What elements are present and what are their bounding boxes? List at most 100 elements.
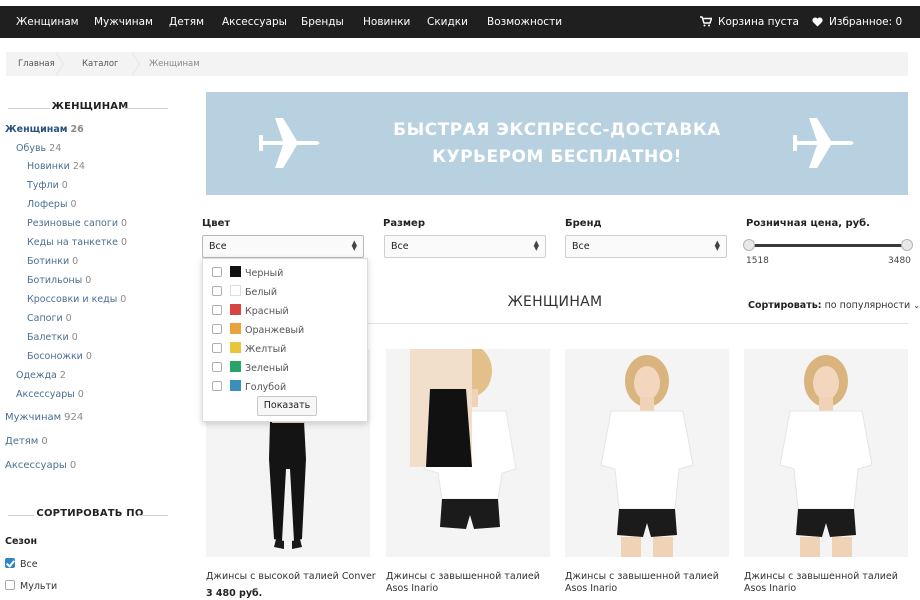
category-men[interactable]: Мужчинам 924	[5, 412, 83, 423]
nav-item-brands[interactable]: Бренды	[301, 6, 344, 38]
product-image[interactable]	[744, 349, 908, 557]
checkbox[interactable]	[212, 267, 222, 277]
sort-value: по популярности	[824, 300, 911, 311]
category-count: 0	[61, 180, 68, 191]
color-swatch	[230, 304, 241, 315]
checkbox[interactable]	[212, 305, 222, 315]
category-label: Детям	[5, 436, 39, 447]
category-wedge-sneakers[interactable]: Кеды на танкетке 0	[27, 237, 127, 248]
color-option-black[interactable]: Черный	[212, 266, 283, 280]
category-kids[interactable]: Детям 0	[5, 436, 48, 447]
size-select[interactable]: Все ▲ ▼	[384, 235, 546, 258]
nav-item-kids[interactable]: Детям	[169, 6, 204, 38]
cart-icon	[700, 16, 713, 27]
product-name[interactable]: Джинсы с завышенной талией Asos Inario	[386, 571, 556, 595]
product-price: 3 480 руб.	[206, 588, 263, 599]
product-name[interactable]: Джинсы с завышенной талией Asos Inario	[744, 571, 914, 595]
category-new[interactable]: Новинки 24	[27, 161, 85, 172]
color-option-white[interactable]: Белый	[212, 285, 277, 299]
color-option-yellow[interactable]: Желтый	[212, 342, 286, 356]
category-count: 0	[72, 256, 79, 267]
category-label: Ботильоны	[27, 275, 83, 286]
favorites-link[interactable]: Избранное: 0	[812, 6, 902, 38]
color-option-orange[interactable]: Оранжевый	[212, 323, 304, 337]
color-select[interactable]: Все ▲ ▼	[202, 235, 364, 258]
season-option-label: Мульти	[20, 581, 58, 592]
price-min-value: 1518	[746, 256, 769, 266]
category-loafers[interactable]: Лоферы 0	[27, 199, 77, 210]
select-arrows-icon: ▲ ▼	[351, 239, 357, 252]
brand-select[interactable]: Все ▲ ▼	[565, 235, 727, 258]
color-option-label: Белый	[245, 287, 278, 298]
product-image[interactable]	[565, 349, 729, 557]
category-label: Лоферы	[27, 199, 68, 210]
category-label: Обувь	[16, 143, 47, 154]
category-count: 924	[64, 412, 84, 423]
checkbox[interactable]	[212, 324, 222, 334]
season-option-all[interactable]: Все	[5, 558, 38, 570]
category-boots[interactable]: Ботинки 0	[27, 256, 78, 267]
price-slider-min-handle[interactable]	[743, 239, 755, 251]
category-women-accessories[interactable]: Аксессуары 0	[16, 389, 84, 400]
heading-divider	[138, 515, 168, 516]
category-label: Одежда	[16, 370, 57, 381]
price-slider-track[interactable]	[748, 244, 908, 247]
brand-select-value: Все	[572, 241, 590, 252]
category-pumps[interactable]: Туфли 0	[27, 180, 68, 191]
nav-item-new[interactable]: Новинки	[363, 6, 410, 38]
nav-item-women[interactable]: Женщинам	[16, 6, 79, 38]
category-ballet-flats[interactable]: Балетки 0	[27, 332, 78, 343]
color-option-light-blue[interactable]: Голубой	[212, 380, 286, 394]
category-sandals[interactable]: Босоножки 0	[27, 351, 92, 362]
color-option-label: Зеленый	[245, 363, 289, 374]
checkbox[interactable]	[212, 343, 222, 353]
category-ankle-boots[interactable]: Ботильоны 0	[27, 275, 91, 286]
checkbox[interactable]	[5, 580, 15, 590]
nav-item-accessories[interactable]: Аксессуары	[222, 6, 287, 38]
sort-label: Сортировать:	[748, 300, 822, 311]
category-label: Аксессуары	[16, 389, 75, 400]
category-count: 0	[69, 460, 77, 471]
category-clothing[interactable]: Одежда 2	[16, 370, 66, 381]
season-option-multi[interactable]: Мульти	[5, 580, 57, 592]
nav-item-features[interactable]: Возможности	[487, 6, 562, 38]
breadcrumb-home[interactable]: Главная	[8, 52, 55, 76]
cart-link[interactable]: Корзина пуста	[700, 6, 799, 38]
category-count: 0	[70, 199, 77, 210]
category-count: 0	[121, 218, 128, 229]
checkbox[interactable]	[212, 381, 222, 391]
color-swatch	[230, 285, 241, 296]
show-button[interactable]: Показать	[257, 396, 317, 416]
category-women[interactable]: Женщинам 26	[5, 124, 84, 135]
price-slider-max-handle[interactable]	[901, 239, 913, 251]
checkbox[interactable]	[212, 286, 222, 296]
category-high-boots[interactable]: Сапоги 0	[27, 313, 72, 324]
checkbox-checked[interactable]	[5, 558, 15, 568]
product-image[interactable]	[386, 349, 550, 557]
nav-item-men[interactable]: Мужчинам	[94, 6, 153, 38]
heart-icon	[812, 17, 823, 27]
checkbox[interactable]	[212, 362, 222, 372]
nav-item-sale[interactable]: Скидки	[427, 6, 468, 38]
color-option-green[interactable]: Зеленый	[212, 361, 289, 375]
color-option-label: Черный	[245, 268, 284, 279]
product-name[interactable]: Джинсы с завышенной талией Asos Inario	[565, 571, 735, 595]
sort-dropdown[interactable]: Сортировать: по популярности ⌄	[748, 300, 920, 311]
color-option-red[interactable]: Красный	[212, 304, 289, 318]
chevron-down-icon: ⌄	[913, 301, 920, 310]
breadcrumb-catalog[interactable]: Каталог	[72, 52, 119, 76]
category-label: Босоножки	[27, 351, 83, 362]
category-shoes[interactable]: Обувь 24	[16, 143, 61, 154]
price-filter-label: Розничная цена, руб.	[746, 218, 870, 229]
category-accessories[interactable]: Аксессуары 0	[5, 460, 76, 471]
select-arrows-icon: ▲ ▼	[714, 239, 720, 252]
product-name[interactable]: Джинсы с высокой талией Conver	[206, 571, 376, 583]
category-label: Кроссовки и кеды	[27, 294, 118, 305]
category-label: Кеды на танкетке	[27, 237, 118, 248]
category-label: Резиновые сапоги	[27, 218, 119, 229]
category-rubber-boots[interactable]: Резиновые сапоги 0	[27, 218, 127, 229]
category-sneakers[interactable]: Кроссовки и кеды 0	[27, 294, 126, 305]
listing-title: ЖЕНЩИНАМ	[507, 294, 603, 310]
delivery-banner[interactable]: БЫСТРАЯ ЭКСПРЕСС-ДОСТАВКА КУРЬЕРОМ БЕСПЛ…	[206, 92, 908, 195]
category-count: 0	[85, 351, 92, 362]
